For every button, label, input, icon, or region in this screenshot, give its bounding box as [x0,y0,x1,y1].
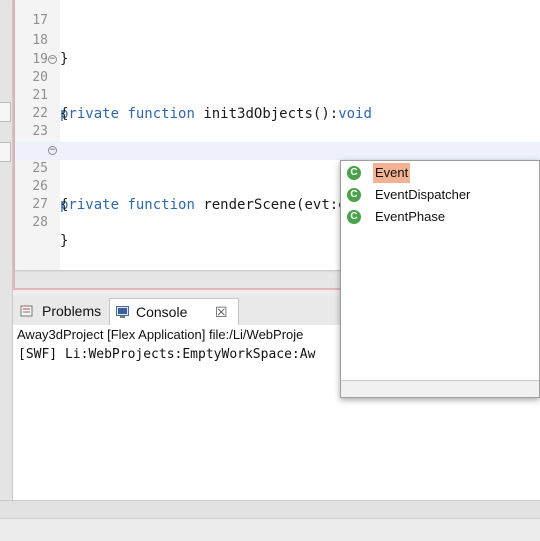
code-line: 20 − private function init3dObjects():vo… [15,51,372,123]
line-number: 28 [32,215,48,230]
keyword: function [127,106,195,122]
return-type: void [338,106,372,122]
code-line: 18 } [15,14,68,67]
window-footer [0,518,540,541]
keyword: private [60,106,120,122]
code-text: { [60,197,69,213]
code-text: } [60,51,69,67]
autocomplete-item[interactable]: C EventPhase [347,207,537,227]
code-line-current: 25 − private function renderScene(evt:ev… [15,142,540,213]
function-signature: init3dObjects(): [203,106,339,122]
close-icon[interactable]: ☒ [215,299,228,325]
code-line: 22 [15,87,49,121]
class-icon: C [347,210,361,224]
console-header: Away3dProject [Flex Application] file:/L… [17,327,304,342]
code-line: 19 [15,33,49,67]
status-bar [0,500,540,518]
code-line: 21 { [15,69,68,122]
autocomplete-item-label: Event [373,163,411,183]
tab-problems[interactable]: Problems [15,298,107,324]
code-text: private function init3dObjects():void [60,105,372,123]
panel-handle[interactable] [0,142,11,162]
left-panel-strip [0,0,13,540]
autocomplete-item-label: EventPhase [375,209,446,224]
popup-footer [341,380,539,397]
code-line: 27 [15,178,49,212]
tab-label: Console [136,304,188,320]
autocomplete-item[interactable]: C Event [347,163,537,183]
problems-icon [20,305,33,317]
code-line: 24 [15,124,49,158]
fold-toggle-icon[interactable]: − [48,55,57,64]
autocomplete-item-label: EventDispatcher [375,187,471,202]
tab-console[interactable]: Console ☒ [109,298,239,325]
code-text: { [60,106,69,122]
code-text: } [60,233,69,249]
class-icon: C [347,188,361,202]
code-line: 17 [15,0,49,28]
fold-toggle-icon[interactable]: − [48,146,57,155]
class-icon: C [347,166,361,180]
code-line: 28 } [15,196,68,249]
autocomplete-item[interactable]: C EventDispatcher [347,185,537,205]
keyword: function [127,197,195,213]
console-icon [116,306,129,318]
code-line: 26 { [15,160,68,213]
code-line: 23 } [15,105,68,158]
tab-label: Problems [42,303,102,319]
autocomplete-popup[interactable]: C Event C EventDispatcher C EventPhase [340,160,540,398]
console-output-line: [SWF] Li:WebProjects:EmptyWorkSpace:Aw [18,347,316,362]
panel-handle[interactable] [0,102,11,122]
keyword: private [60,197,120,213]
